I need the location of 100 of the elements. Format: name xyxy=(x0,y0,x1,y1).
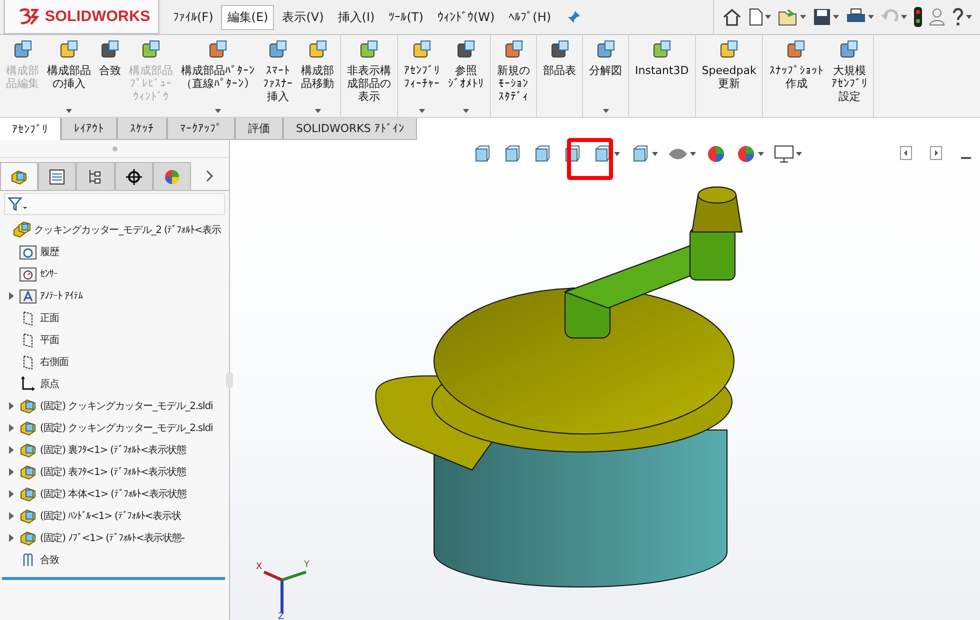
tree-item-label[interactable]: (固定) クッキングカッター_モデル_2.sldi xyxy=(40,421,213,435)
ribbon-button[interactable]: ｱｾﾝﾌﾞﾘ ﾌｨｰﾁｬｰ xyxy=(400,35,444,117)
expand-arrow-icon[interactable] xyxy=(8,446,14,454)
caret-icon xyxy=(314,109,320,113)
ribbon-button[interactable]: 非表示構 成部品の 表示 xyxy=(343,35,395,117)
panel-tab[interactable] xyxy=(0,162,38,190)
ribbon-button[interactable]: 構成部 品移動 xyxy=(297,35,338,117)
expand-arrow-icon[interactable] xyxy=(8,512,14,520)
property-list-icon xyxy=(48,168,66,186)
tree-item-label[interactable]: (固定) 表ﾌﾀ<1> (ﾃﾞﾌｫﾙﾄ<表示状態 xyxy=(40,465,186,479)
expand-arrow-icon[interactable] xyxy=(8,424,14,432)
ribbon-button[interactable]: 新規の ﾓｰｼｮﾝ ｽﾀﾃﾞｨ xyxy=(493,35,534,117)
expand-arrow-icon[interactable] xyxy=(8,490,14,498)
tree-item-label[interactable]: (固定) ﾊﾝﾄﾞﾙ<1> (ﾃﾞﾌｫﾙﾄ<表示状 xyxy=(40,509,181,523)
part-cube-icon xyxy=(19,463,37,481)
appearance-ball-icon xyxy=(706,144,726,164)
part-cube-icon xyxy=(19,419,37,437)
command-tab[interactable]: 評価 xyxy=(235,118,283,140)
history-folder-icon xyxy=(19,243,37,261)
home-icon xyxy=(722,8,742,26)
document-icon xyxy=(749,8,763,26)
panel-collapse-handle[interactable] xyxy=(226,372,233,388)
tree-item-label[interactable]: 合致 xyxy=(40,553,59,567)
command-tab[interactable]: ﾚｲｱｳﾄ xyxy=(61,118,117,140)
origin-axes-icon xyxy=(19,375,37,393)
crosshair-icon xyxy=(124,168,143,186)
expand-arrow-icon[interactable] xyxy=(8,292,14,300)
menu-item[interactable]: ﾍﾙﾌﾟ(H) xyxy=(502,6,558,28)
help-button[interactable] xyxy=(950,6,974,28)
caret-icon xyxy=(800,15,806,19)
color-ball-icon xyxy=(162,168,181,186)
part-cube-icon xyxy=(10,168,28,186)
panel-tab[interactable] xyxy=(76,162,115,190)
ribbon-button[interactable]: 合致 xyxy=(95,35,125,117)
tree-item-label[interactable]: 原点 xyxy=(40,377,59,391)
tree-item-label[interactable]: (固定) クッキングカッター_モデル_2.sldi xyxy=(40,399,213,413)
3ds-logo-icon xyxy=(17,6,41,26)
caret-icon xyxy=(215,109,221,113)
expand-arrow-icon[interactable] xyxy=(8,402,14,410)
menu-item[interactable]: 挿入(I) xyxy=(332,4,381,30)
rebuild-status-button[interactable] xyxy=(912,5,924,29)
menu-item[interactable]: ﾌｧｲﾙ(F) xyxy=(167,6,220,28)
tree-item-label[interactable]: (固定) ﾉﾌﾞ<1> (ﾃﾞﾌｫﾙﾄ<表示状態- xyxy=(40,531,184,545)
menu-item[interactable]: ﾂｰﾙ(T) xyxy=(382,6,430,28)
caret-icon xyxy=(833,15,839,19)
caret-icon xyxy=(419,109,425,113)
pin-icon[interactable] xyxy=(567,10,582,24)
expand-arrow-icon[interactable] xyxy=(8,534,14,542)
command-tab[interactable]: ﾏｰｸｱｯﾌﾟ xyxy=(167,118,235,140)
ribbon-button[interactable]: 分解図 xyxy=(585,35,626,117)
ribbon-button[interactable]: 参照 ｼﾞｵﾒﾄﾘ xyxy=(444,35,488,117)
tree-item-label[interactable]: (固定) 裏ﾌﾀ<1> (ﾃﾞﾌｫﾙﾄ<表示状態 xyxy=(40,443,186,457)
filter-field[interactable] xyxy=(4,193,225,215)
tree-item-label[interactable]: 正面 xyxy=(40,311,59,325)
ribbon-button[interactable]: 大規模 ｱｾﾝﾌﾞﾘ 設定 xyxy=(827,35,872,117)
filter-funnel-icon xyxy=(8,197,28,211)
scene-icon xyxy=(736,144,756,164)
tree-item-label[interactable]: 平面 xyxy=(40,333,59,347)
new-document-button[interactable] xyxy=(747,6,773,28)
menu-item[interactable]: 編集(E) xyxy=(221,4,274,30)
ribbon-button[interactable]: ｽﾅｯﾌﾟｼｮｯﾄ 作成 xyxy=(765,35,828,117)
ribbon-button[interactable]: Speedpak 更新 xyxy=(698,35,760,117)
ribbon-button[interactable]: 構成部品 の挿入 xyxy=(43,35,95,117)
command-tab[interactable]: SOLIDWORKS ｱﾄﾞｲﾝ xyxy=(283,118,418,140)
monitor-icon xyxy=(774,144,794,164)
part-cube-icon xyxy=(19,485,37,503)
caret-icon xyxy=(796,152,802,156)
expand-arrow-icon[interactable] xyxy=(8,468,14,476)
grip-dot-icon[interactable] xyxy=(112,146,118,152)
user-button[interactable] xyxy=(927,6,947,28)
caret-icon xyxy=(602,109,608,113)
ribbon-button[interactable]: ｽﾏｰﾄ ﾌｧｽﾅｰ 挿入 xyxy=(259,35,297,117)
caret-icon xyxy=(868,15,874,19)
ribbon-button[interactable]: Instant3D xyxy=(631,35,693,117)
ribbon-button[interactable]: 構成部品ﾊﾟﾀｰﾝ （直線ﾊﾟﾀｰﾝ） xyxy=(177,35,259,117)
panel-tab[interactable] xyxy=(114,162,153,190)
undo-arrow-icon xyxy=(881,9,899,25)
tree-item-label[interactable]: クッキングカッター_モデル_2 (ﾃﾞﾌｫﾙﾄ<表示 xyxy=(34,223,221,237)
tree-item-label[interactable]: ｾﾝｻｰ xyxy=(40,268,58,280)
traffic-light-icon xyxy=(914,7,922,27)
menu-item[interactable]: 表示(V) xyxy=(276,4,330,30)
chevron-right-icon[interactable] xyxy=(206,170,214,182)
panel-tab[interactable] xyxy=(38,162,76,190)
tree-item-label[interactable]: 右側面 xyxy=(40,355,68,369)
folder-arrow-icon xyxy=(778,8,798,26)
tree-item-label[interactable]: 履歴 xyxy=(40,245,59,259)
question-mark-icon xyxy=(952,8,964,26)
caret-icon xyxy=(690,152,696,156)
caret-icon xyxy=(66,109,72,113)
tree-item-label[interactable]: ｱﾉﾃｰﾄ ｱｲﾃﾑ xyxy=(40,290,82,302)
part-cube-icon xyxy=(19,529,37,547)
part-cube-icon xyxy=(19,507,37,525)
menu-item[interactable]: ｳｨﾝﾄﾞｳ(W) xyxy=(431,6,501,28)
caret-icon xyxy=(765,15,771,19)
assembly-cubes-icon xyxy=(13,221,31,239)
save-button[interactable] xyxy=(811,6,841,28)
caret-icon xyxy=(758,152,764,156)
tree-item-label[interactable]: (固定) 本体<1> (ﾃﾞﾌｫﾙﾄ<表示状態 xyxy=(40,487,186,501)
command-tab[interactable]: ｽｹｯﾁ xyxy=(117,118,167,140)
ribbon-button[interactable]: 部品表 xyxy=(539,35,580,117)
